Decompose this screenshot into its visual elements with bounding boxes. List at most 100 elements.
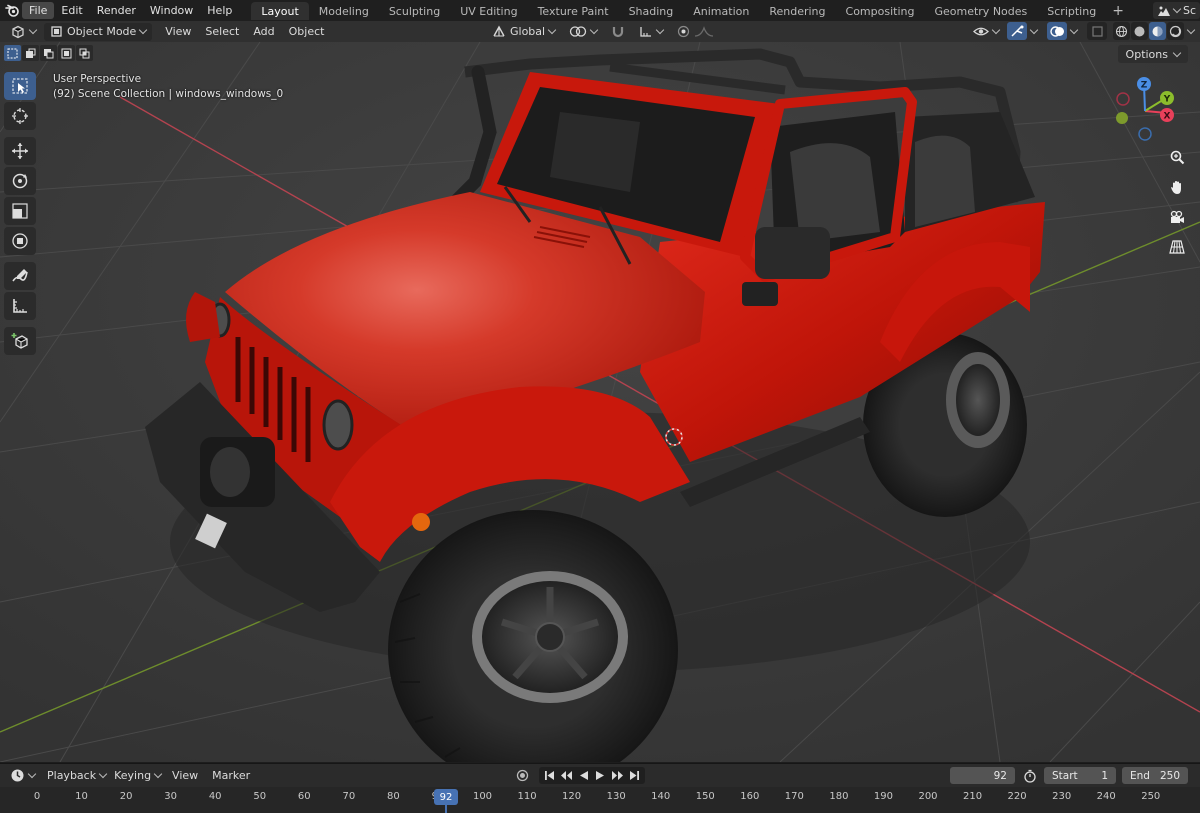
camera-view-button[interactable]: [1164, 204, 1190, 230]
menu-view[interactable]: View: [158, 25, 198, 38]
tab-geometry-nodes[interactable]: Geometry Nodes: [924, 2, 1037, 20]
shading-rendered[interactable]: [1167, 22, 1184, 40]
shading-wireframe[interactable]: [1113, 22, 1130, 40]
tab-animation[interactable]: Animation: [683, 2, 759, 20]
select-subtract-button[interactable]: [40, 45, 57, 61]
editor-type-selector[interactable]: [6, 23, 40, 41]
play-reverse-icon: [580, 771, 588, 780]
tab-rendering[interactable]: Rendering: [759, 2, 835, 20]
tab-layout[interactable]: Layout: [251, 1, 309, 20]
viewport-header: Object Mode View Select Add Object Globa…: [0, 21, 1200, 42]
navigation-gizmo[interactable]: Z Y X: [1110, 76, 1180, 146]
tab-shading[interactable]: Shading: [619, 2, 684, 20]
visibility-selector[interactable]: [969, 22, 1003, 40]
tool-add-cube[interactable]: [4, 327, 36, 355]
menu-object[interactable]: Object: [282, 25, 332, 38]
shading-solid[interactable]: [1131, 22, 1148, 40]
preview-range-toggle[interactable]: [1021, 767, 1038, 784]
tool-measure[interactable]: [4, 292, 36, 320]
menu-edit[interactable]: Edit: [54, 2, 89, 19]
next-keyframe-button[interactable]: [609, 767, 626, 784]
eye-icon: [973, 27, 989, 35]
playback-menu[interactable]: Playback: [43, 767, 110, 785]
playhead-label: 92: [439, 791, 453, 803]
zoom-button[interactable]: [1164, 144, 1190, 170]
tool-cursor[interactable]: [4, 102, 36, 130]
timeline-ruler[interactable]: 0102030405060708090100110120130140150160…: [0, 787, 1200, 813]
select-invert-button[interactable]: [58, 45, 75, 61]
select-new-button[interactable]: [4, 45, 21, 61]
add-workspace-button[interactable]: +: [1106, 3, 1130, 19]
snap-toggle[interactable]: [607, 22, 629, 40]
timeline-marker-menu[interactable]: Marker: [205, 769, 257, 782]
menu-window[interactable]: Window: [143, 2, 200, 19]
current-frame-field[interactable]: 92: [950, 767, 1015, 784]
overlays-toggle[interactable]: [1047, 22, 1067, 40]
jump-end-button[interactable]: [626, 767, 643, 784]
play-reverse-button[interactable]: [575, 767, 592, 784]
prev-keyframe-button[interactable]: [558, 767, 575, 784]
select-extend-button[interactable]: [22, 45, 39, 61]
mode-selector[interactable]: Object Mode: [44, 22, 153, 41]
playhead[interactable]: 92: [434, 789, 458, 805]
start-frame-field[interactable]: Start 1: [1044, 767, 1116, 784]
tool-annotate[interactable]: [4, 262, 36, 290]
menu-add[interactable]: Add: [246, 25, 281, 38]
3d-viewport[interactable]: User Perspective (92) Scene Collection |…: [0, 42, 1200, 762]
tool-move[interactable]: [4, 137, 36, 165]
tab-texture-paint[interactable]: Texture Paint: [528, 2, 619, 20]
tab-scripting[interactable]: Scripting: [1037, 2, 1106, 20]
tab-modeling[interactable]: Modeling: [309, 2, 379, 20]
gizmo-neg-z[interactable]: [1138, 127, 1152, 141]
keying-menu[interactable]: Keying: [110, 767, 165, 785]
chevron-down-icon[interactable]: [1029, 25, 1039, 34]
jump-start-button[interactable]: [541, 767, 558, 784]
xray-toggle[interactable]: [1087, 22, 1107, 40]
menu-file[interactable]: File: [22, 2, 55, 19]
next-keyframe-icon: [612, 771, 623, 780]
prev-keyframe-icon: [561, 771, 572, 780]
chevron-down-icon[interactable]: [1069, 25, 1079, 34]
snap-target-selector[interactable]: [635, 22, 667, 40]
menu-select[interactable]: Select: [198, 25, 246, 38]
pivot-point-selector[interactable]: [565, 22, 601, 40]
gizmo-toggle[interactable]: [1007, 22, 1027, 40]
select-new-icon: [7, 48, 18, 58]
options-dropdown[interactable]: Options: [1117, 45, 1188, 63]
orientation-global-icon: [493, 25, 505, 37]
chevron-down-icon: [28, 25, 38, 35]
selection-mode-buttons: [4, 45, 93, 61]
tab-sculpting[interactable]: Sculpting: [379, 2, 450, 20]
chevron-down-icon: [991, 25, 1001, 34]
ruler-tick-label: 210: [963, 791, 983, 802]
chevron-down-icon: [1172, 4, 1182, 14]
menu-help[interactable]: Help: [200, 2, 239, 19]
chevron-down-icon[interactable]: [1186, 25, 1196, 34]
select-intersect-button[interactable]: [76, 45, 93, 61]
tool-scale[interactable]: [4, 197, 36, 225]
tool-transform[interactable]: [4, 227, 36, 255]
timeline-view-menu[interactable]: View: [165, 769, 205, 782]
tool-select-box[interactable]: [4, 72, 36, 100]
ruler-tick-label: 50: [253, 791, 267, 802]
auto-keying-toggle[interactable]: [514, 767, 531, 784]
scene-selector[interactable]: Sc: [1152, 2, 1200, 19]
ruler-tick-label: 250: [1141, 791, 1161, 802]
tool-rotate[interactable]: [4, 167, 36, 195]
transform-orientation-selector[interactable]: Global: [488, 22, 559, 40]
end-frame-field[interactable]: End 250: [1122, 767, 1188, 784]
proportional-editing-toggle[interactable]: [673, 22, 718, 40]
tab-uv-editing[interactable]: UV Editing: [450, 2, 527, 20]
play-button[interactable]: [592, 767, 609, 784]
gizmo-neg-x[interactable]: [1116, 92, 1130, 106]
ruler-tick-label: 100: [472, 791, 493, 802]
menu-render[interactable]: Render: [90, 2, 143, 19]
blender-logo-icon[interactable]: [2, 0, 22, 21]
pan-button[interactable]: [1164, 174, 1190, 200]
tab-compositing[interactable]: Compositing: [836, 2, 925, 20]
transform-icon: [12, 233, 28, 249]
gizmo-neg-y[interactable]: [1116, 112, 1128, 124]
perspective-toggle-button[interactable]: [1164, 234, 1190, 260]
timeline-editor-type[interactable]: [6, 767, 39, 785]
shading-material-preview[interactable]: [1149, 22, 1166, 40]
